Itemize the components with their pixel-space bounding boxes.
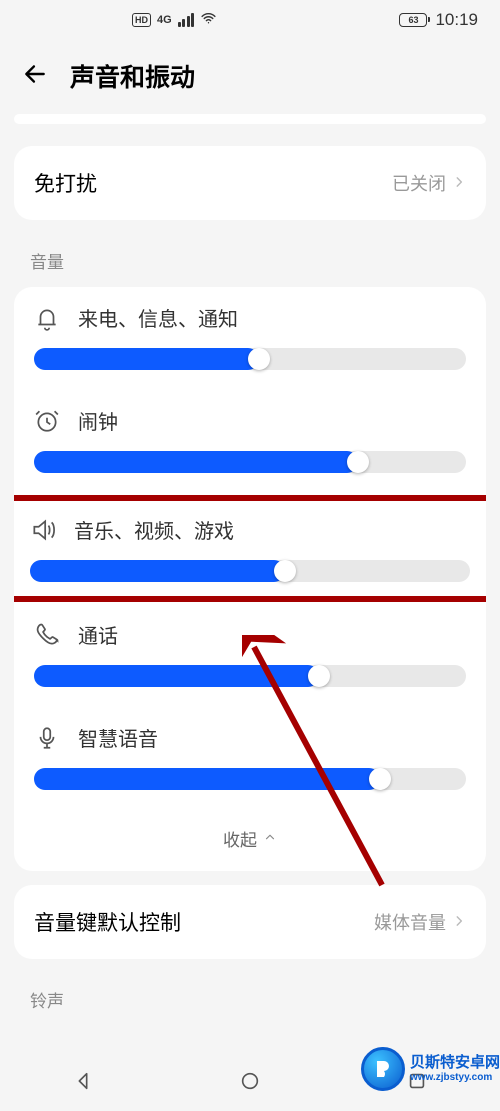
volume-card: 来电、信息、通知 闹钟 音乐、视频、游戏 (14, 287, 486, 871)
vol-key-label: 音量键默认控制 (34, 907, 181, 937)
vol-key-row[interactable]: 音量键默认控制 媒体音量 (14, 885, 486, 959)
nav-back-button[interactable] (72, 1070, 94, 1097)
page-title: 声音和振动 (70, 58, 195, 94)
collapse-button[interactable]: 收起 (14, 810, 486, 871)
vol-key-card: 音量键默认控制 媒体音量 (14, 885, 486, 959)
dnd-card: 免打扰 已关闭 (14, 146, 486, 220)
bell-icon (34, 305, 60, 331)
chevron-right-icon (452, 912, 466, 933)
ringtone-section-label: 铃声 (0, 973, 500, 1026)
alarm-slider[interactable] (34, 451, 466, 473)
vol-key-value: 媒体音量 (374, 909, 446, 935)
alarm-slider-group: 闹钟 (14, 390, 486, 493)
back-button[interactable] (22, 61, 48, 92)
alarm-icon (34, 408, 60, 434)
watermark-logo-icon (361, 1047, 405, 1091)
battery-icon: 63 (399, 13, 427, 27)
speaker-icon (30, 517, 56, 543)
ring-label: 来电、信息、通知 (78, 303, 238, 332)
voice-label: 智慧语音 (78, 723, 158, 752)
mic-icon (34, 725, 60, 751)
media-slider-group: 音乐、视频、游戏 (24, 509, 476, 582)
network-type: 4G (157, 14, 172, 26)
call-slider[interactable] (34, 665, 466, 687)
dnd-label: 免打扰 (34, 168, 97, 198)
hd-icon: HD (132, 13, 151, 27)
wifi-icon (200, 10, 217, 31)
highlight-annotation: 音乐、视频、游戏 (14, 495, 486, 602)
call-slider-group: 通话 (14, 604, 486, 707)
nav-home-button[interactable] (239, 1070, 261, 1097)
call-label: 通话 (78, 620, 118, 649)
voice-slider-group: 智慧语音 (14, 707, 486, 810)
clock: 10:19 (435, 10, 478, 30)
dnd-value: 已关闭 (392, 170, 446, 196)
ring-slider[interactable] (34, 348, 466, 370)
alarm-label: 闹钟 (78, 406, 118, 435)
dnd-row[interactable]: 免打扰 已关闭 (14, 146, 486, 220)
chevron-up-icon (263, 829, 277, 849)
signal-icon (178, 13, 195, 27)
media-label: 音乐、视频、游戏 (74, 515, 234, 544)
media-slider[interactable] (30, 560, 470, 582)
phone-icon (34, 622, 60, 648)
ring-slider-group: 来电、信息、通知 (14, 287, 486, 390)
watermark: 贝斯特安卓网 www.zjbstyy.com (361, 1047, 500, 1091)
collapse-label: 收起 (223, 826, 257, 851)
header: 声音和振动 (0, 40, 500, 114)
voice-slider[interactable] (34, 768, 466, 790)
watermark-title: 贝斯特安卓网 (410, 1055, 500, 1072)
volume-section-label: 音量 (0, 234, 500, 287)
card-peek (14, 114, 486, 124)
watermark-url: www.zjbstyy.com (410, 1072, 500, 1083)
status-bar: HD 4G 63 10:19 (0, 0, 500, 40)
chevron-right-icon (452, 173, 466, 194)
